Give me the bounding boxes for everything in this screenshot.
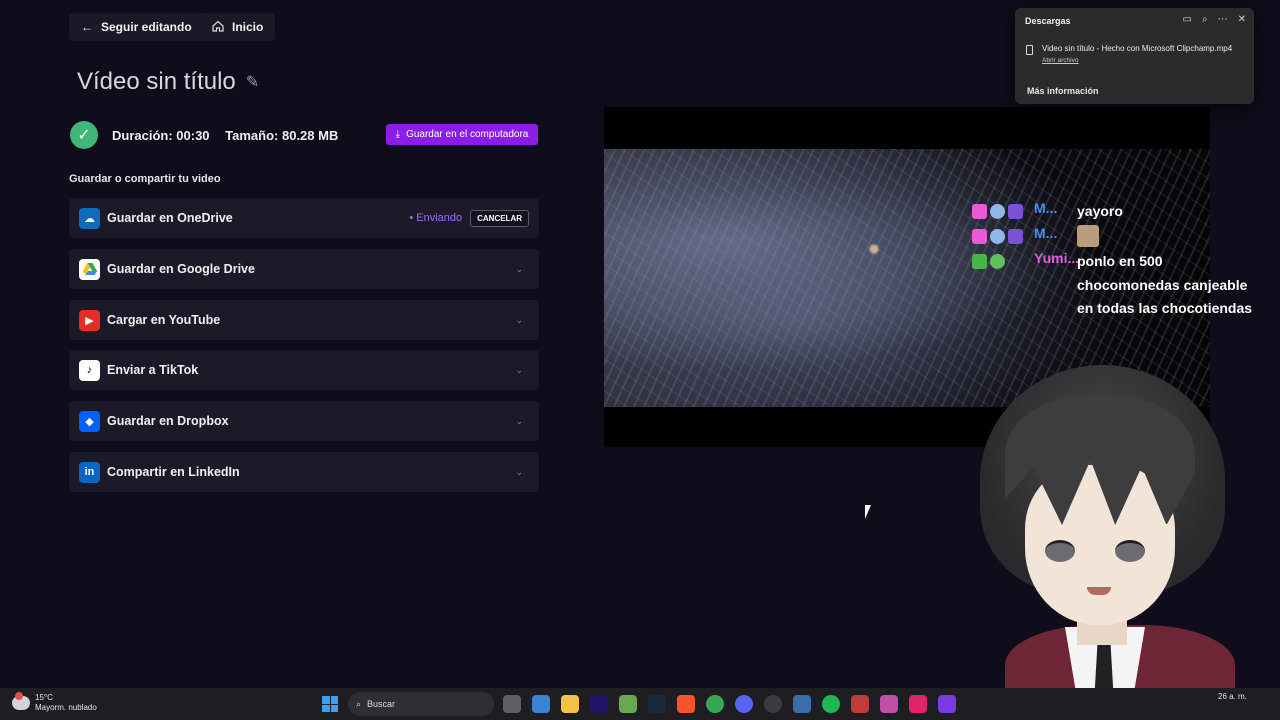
task-view-icon[interactable] xyxy=(503,695,521,713)
app-icon[interactable] xyxy=(619,695,637,713)
chevron-down-icon[interactable]: ⌄ xyxy=(515,416,523,427)
chat-username: M... xyxy=(1034,200,1058,216)
open-file-link[interactable]: Abrir archivo xyxy=(1042,57,1078,64)
sending-status: • Enviando xyxy=(409,212,463,224)
cloud-icon xyxy=(12,692,30,710)
video-title[interactable]: Vídeo sin título ✎ xyxy=(77,68,259,96)
arrow-left-icon: ← xyxy=(81,20,93,34)
size-label: Tamaño: 80.28 MB xyxy=(225,127,339,143)
duration-label: Duración: 00:30 xyxy=(112,127,210,143)
temperature: 15°C xyxy=(35,693,53,702)
tiktok-icon[interactable] xyxy=(909,695,927,713)
close-icon[interactable]: ✕ xyxy=(1238,14,1246,25)
check-icon: ✓ xyxy=(70,121,98,149)
youtube-icon: ▶ xyxy=(79,309,100,331)
share-option-label: Guardar en OneDrive xyxy=(107,211,233,225)
weather-condition: Mayorm. nublado xyxy=(35,703,97,712)
gem-badge-icon xyxy=(990,229,1005,244)
share-option-label: Enviar a TikTok xyxy=(107,363,199,377)
heart-badge-icon xyxy=(972,204,987,219)
save-to-computer-label: Guardar en el computadora xyxy=(406,129,529,140)
download-file-name: Video sin título - Hecho con Microsoft C… xyxy=(1042,44,1233,53)
weather-widget[interactable]: 15°C Mayorm. nublado xyxy=(12,692,97,713)
folder-icon[interactable]: ▭ xyxy=(1183,14,1192,25)
share-option-tiktok[interactable]: ♪ Enviar a TikTok ⌄ xyxy=(69,350,539,390)
chrome-icon[interactable] xyxy=(706,695,724,713)
tiktok-icon: ♪ xyxy=(79,359,100,381)
share-option-label: Guardar en Google Drive xyxy=(107,262,255,276)
linkedin-icon: in xyxy=(79,461,100,483)
chevron-down-icon[interactable]: ⌄ xyxy=(515,365,523,376)
share-option-linkedin[interactable]: in Compartir en LinkedIn ⌄ xyxy=(69,452,539,492)
premiere-icon[interactable] xyxy=(590,695,608,713)
share-option-onedrive[interactable]: ☁ Guardar en OneDrive • Enviando CANCELA… xyxy=(69,198,539,238)
emote-icon xyxy=(1077,225,1099,247)
downloads-panel: Descargas ▭ ⌕ ⋯ ✕ Video sin título - Hec… xyxy=(1015,8,1254,104)
brave-icon[interactable] xyxy=(677,695,695,713)
file-explorer-icon[interactable] xyxy=(561,695,579,713)
chat-message: M... yayoro xyxy=(972,200,1272,225)
chat-message: M... xyxy=(972,225,1272,250)
search-placeholder: Buscar xyxy=(367,699,396,709)
share-section-label: Guardar o compartir tu video xyxy=(69,173,221,185)
sub-badge-icon xyxy=(1008,204,1023,219)
pencil-icon[interactable]: ✎ xyxy=(246,72,259,92)
spotify-icon[interactable] xyxy=(822,695,840,713)
heart-badge-icon xyxy=(972,229,987,244)
pencil-badge-icon xyxy=(972,254,987,269)
discord-icon[interactable] xyxy=(735,695,753,713)
home-label: Inicio xyxy=(232,20,264,34)
windows-start-icon[interactable] xyxy=(322,696,338,712)
share-option-label: Guardar en Dropbox xyxy=(107,414,229,428)
onedrive-icon: ☁ xyxy=(79,207,100,229)
taskbar-clock[interactable]: 26 a. m. xyxy=(1218,692,1247,702)
more-info-link[interactable]: Más información xyxy=(1027,86,1099,96)
share-option-label: Compartir en LinkedIn xyxy=(107,465,240,479)
taskbar-search[interactable]: ⌕ Buscar xyxy=(348,692,494,716)
share-option-label: Cargar en YouTube xyxy=(107,313,221,327)
gem-badge-icon xyxy=(990,204,1005,219)
app-icon[interactable] xyxy=(851,695,869,713)
share-option-youtube[interactable]: ▶ Cargar en YouTube ⌄ xyxy=(69,300,539,340)
export-info: ✓ Duración: 00:30 Tamaño: 80.28 MB xyxy=(70,121,350,149)
downloads-title: Descargas xyxy=(1025,16,1071,26)
obs-icon[interactable] xyxy=(764,695,782,713)
google-drive-icon xyxy=(79,258,100,280)
file-icon xyxy=(1026,45,1033,55)
video-title-text: Vídeo sin título xyxy=(77,68,236,95)
chat-text: yayoro xyxy=(1077,203,1123,219)
share-option-google-drive[interactable]: Guardar en Google Drive ⌄ xyxy=(69,249,539,289)
home-icon xyxy=(212,20,224,35)
cancel-upload-button[interactable]: CANCELAR xyxy=(470,209,529,227)
stream-chat-overlay: M... yayoro M... Yumi... ponlo en 500 ch… xyxy=(972,200,1272,321)
share-option-dropbox[interactable]: ◆ Guardar en Dropbox ⌄ xyxy=(69,401,539,441)
back-label: Seguir editando xyxy=(101,20,192,34)
mouse-cursor-icon xyxy=(865,505,871,519)
chat-message: Yumi... ponlo en 500 chocomonedas canjea… xyxy=(972,250,1272,321)
chevron-down-icon[interactable]: ⌄ xyxy=(515,467,523,478)
chevron-down-icon[interactable]: ⌄ xyxy=(515,264,523,275)
chat-username: M... xyxy=(1034,225,1058,241)
green-badge-icon xyxy=(990,254,1005,269)
store-icon[interactable] xyxy=(532,695,550,713)
save-to-computer-button[interactable]: ⤓ Guardar en el computadora xyxy=(386,124,538,145)
download-icon: ⤓ xyxy=(395,129,401,140)
chevron-down-icon[interactable]: ⌄ xyxy=(515,315,523,326)
clipchamp-icon[interactable] xyxy=(938,695,956,713)
more-icon[interactable]: ⋯ xyxy=(1218,14,1228,25)
dropbox-icon: ◆ xyxy=(79,410,100,432)
steam-icon[interactable] xyxy=(648,695,666,713)
windows-taskbar: 15°C Mayorm. nublado ⌕ Buscar 26 a. m. xyxy=(0,688,1280,720)
back-to-editing-button[interactable]: ← Seguir editando xyxy=(69,13,204,41)
search-icon: ⌕ xyxy=(356,698,362,709)
home-button[interactable]: Inicio xyxy=(200,13,276,41)
app-icon[interactable] xyxy=(880,695,898,713)
sub-badge-icon xyxy=(1008,229,1023,244)
search-icon[interactable]: ⌕ xyxy=(1202,14,1208,25)
vtuber-avatar xyxy=(965,365,1235,720)
chat-text: ponlo en 500 chocomonedas canjeable en t… xyxy=(1077,253,1253,316)
app-icon[interactable] xyxy=(793,695,811,713)
chat-username: Yumi... xyxy=(1034,250,1080,266)
